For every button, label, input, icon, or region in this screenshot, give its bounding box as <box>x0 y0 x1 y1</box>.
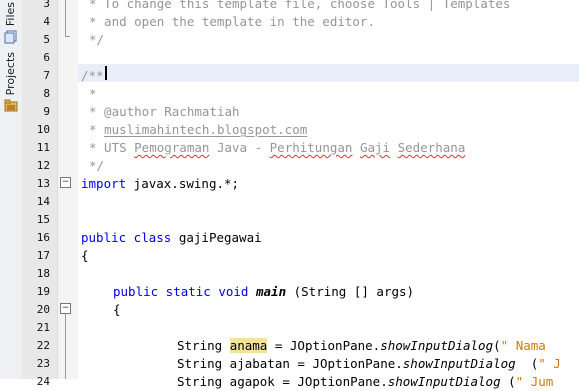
line-number: 18 <box>36 267 50 280</box>
code-token: String agapok = JOptionPane. <box>177 374 388 389</box>
fold-guide <box>65 0 66 36</box>
comment-text <box>352 140 360 155</box>
main-signature: (String [] args) <box>286 284 415 299</box>
keyword-import: import <box>81 176 127 191</box>
method-main: main <box>256 284 287 299</box>
string-literal: " J <box>538 356 561 371</box>
comment-text <box>390 140 398 155</box>
spell-word: Perhitungan <box>269 140 353 155</box>
fold-toggle-icon[interactable]: − <box>60 177 71 188</box>
code-line-19: public static void main (String [] args) <box>113 283 414 301</box>
code-line-23: String ajabatan = JOptionPane.showInputD… <box>177 355 561 373</box>
spell-word: Pemograman <box>134 140 210 155</box>
code-line-16: public class gajiPegawai <box>81 229 262 247</box>
code-line-20: { <box>113 302 121 317</box>
line-number: 7 <box>43 69 50 82</box>
string-literal: " Nama <box>500 338 546 353</box>
highlighted-variable: anama <box>229 338 268 353</box>
line-number: 19 <box>36 285 50 298</box>
string-literal: " Jum <box>515 374 554 389</box>
projects-tab[interactable]: Projects <box>1 52 21 117</box>
line-number: 10 <box>36 123 50 136</box>
code-token: String ajabatan = JOptionPane. <box>177 356 403 371</box>
code-token: ( <box>500 374 516 389</box>
code-token: String <box>177 338 230 353</box>
comment-text: * UTS <box>89 140 135 155</box>
code-line-5: */ <box>89 32 105 47</box>
code-line-17: { <box>81 248 89 263</box>
code-line-8: * <box>89 86 97 101</box>
code-line-7[interactable]: /** <box>81 67 104 85</box>
line-number: 5 <box>43 33 50 46</box>
line-number: 8 <box>43 87 50 100</box>
code-token: = JOptionPane. <box>267 338 381 353</box>
spell-word: Gaji <box>359 140 391 155</box>
line-number: 16 <box>36 231 50 244</box>
fold-gutter <box>57 0 78 379</box>
comment-prefix: * <box>89 122 105 137</box>
line-number: 3 <box>43 0 50 10</box>
files-tab-label: Files <box>4 2 17 27</box>
files-icon <box>4 29 18 48</box>
fold-end-marker <box>65 36 70 37</box>
code-line-9: * @author Rachmatiah <box>89 103 240 121</box>
files-tab[interactable]: Files <box>1 2 21 48</box>
line-number: 14 <box>36 195 50 208</box>
code-token: ( <box>515 356 539 371</box>
line-number: 12 <box>36 159 50 172</box>
method-call: showInputDialog <box>387 374 501 389</box>
code-line-10: * muslimahintech.blogspot.com <box>89 121 307 139</box>
code-line-22: String anama = JOptionPane.showInputDial… <box>177 337 546 355</box>
author-tag: * @author <box>89 104 165 119</box>
line-number: 15 <box>36 213 50 226</box>
fold-guide <box>65 314 66 379</box>
keyword-public-static-void: public static void <box>113 284 249 299</box>
line-number: 13 <box>36 177 50 190</box>
line-number: 20 <box>36 303 50 316</box>
line-number: 9 <box>43 105 50 118</box>
author-name: Rachmatiah <box>164 104 240 119</box>
fold-toggle-icon[interactable]: − <box>60 303 71 314</box>
method-call: showInputDialog <box>402 356 516 371</box>
blog-link[interactable]: muslimahintech.blogspot.com <box>104 122 307 137</box>
line-number: 11 <box>36 141 50 154</box>
text-caret <box>105 66 107 80</box>
projects-icon <box>4 98 18 117</box>
code-line-12: */ <box>89 158 105 173</box>
line-number: 21 <box>36 321 50 334</box>
keyword-public-class: public class <box>81 230 172 245</box>
current-line-highlight <box>78 64 579 82</box>
line-number: 17 <box>36 249 50 262</box>
code-line-13: import javax.swing.*; <box>81 175 239 193</box>
code-line-11: * UTS Pemograman Java - Perhitungan Gaji… <box>89 139 465 157</box>
import-target: javax.swing.*; <box>126 176 240 191</box>
code-line-3: * To change this template file, choose T… <box>89 0 511 11</box>
spell-word: Sederhana <box>397 140 466 155</box>
line-number: 24 <box>36 375 50 388</box>
method-call: showInputDialog <box>380 338 494 353</box>
comment-text: Java - <box>209 140 270 155</box>
line-number: 4 <box>43 15 50 28</box>
side-panel: Files Projects <box>0 0 23 379</box>
code-line-24: String agapok = JOptionPane.showInputDia… <box>177 373 553 391</box>
code-token: ( <box>493 338 501 353</box>
line-number: 22 <box>36 339 50 352</box>
code-line-4: * and open the template in the editor. <box>89 14 375 29</box>
projects-tab-label: Projects <box>4 52 17 96</box>
line-number: 6 <box>43 51 50 64</box>
class-name: gajiPegawai <box>171 230 262 245</box>
line-number: 23 <box>36 357 50 370</box>
